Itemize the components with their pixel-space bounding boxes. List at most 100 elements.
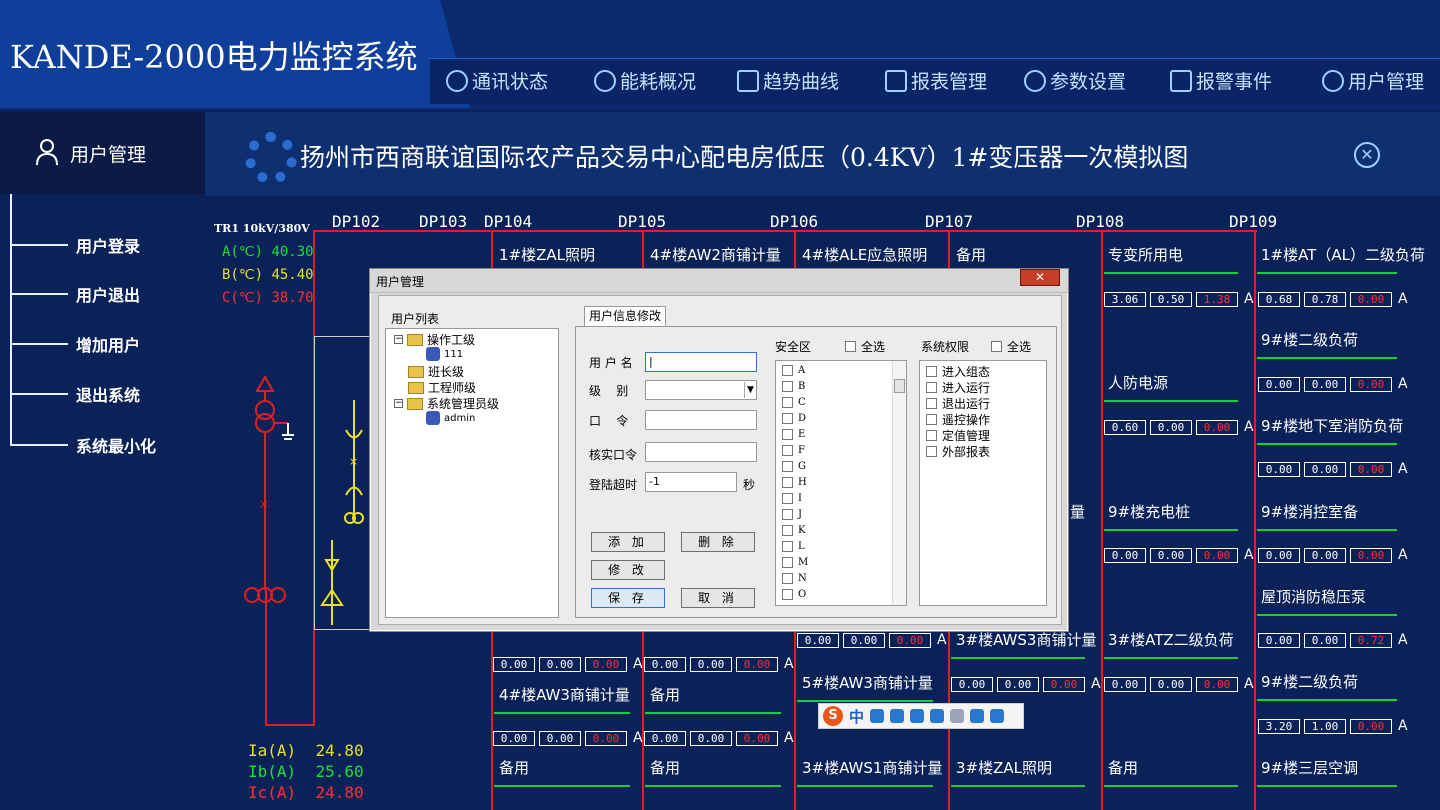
feeder-label[interactable]: 备用 <box>1108 757 1138 778</box>
sidebar-item-minimize[interactable]: 系统最小化 <box>12 434 156 456</box>
scrollbar-thumb[interactable] <box>894 379 905 393</box>
security-zone-checkbox[interactable]: C <box>782 397 806 408</box>
nav-comm-status[interactable]: 通讯状态 <box>446 67 548 94</box>
keyboard-icon[interactable] <box>930 709 945 723</box>
nav-params[interactable]: 参数设置 <box>1024 67 1126 94</box>
tree-node-user-111[interactable]: 111 <box>426 347 463 361</box>
feeder-values: 0.60 0.00 0.00 A <box>1104 419 1254 435</box>
tree-node-admin-level[interactable]: − 系统管理员级 <box>394 395 499 412</box>
permissions-list[interactable]: 进入组态 进入运行 退出运行 遥控操作 定值管理 外部报表 <box>919 360 1047 606</box>
dialog-titlebar[interactable]: 用户管理 ✕ <box>370 269 1068 293</box>
security-zone-checkbox[interactable]: O <box>782 589 806 600</box>
feeder-label[interactable]: 备用 <box>650 757 680 778</box>
feeder-label[interactable]: 9#楼消控室备 <box>1261 501 1358 522</box>
security-zone-checkbox[interactable]: J <box>782 509 802 520</box>
dialog-close-button[interactable]: ✕ <box>1020 269 1060 286</box>
feeder-label[interactable]: 9#楼二级负荷 <box>1261 329 1358 350</box>
wrench-icon[interactable] <box>990 709 1005 723</box>
close-icon[interactable]: ✕ <box>1354 142 1380 168</box>
security-zone-checkbox[interactable]: F <box>782 445 805 456</box>
feeder-label[interactable]: 9#楼二级负荷 <box>1261 671 1358 692</box>
feeder-label[interactable]: 5#楼AW3商铺计量 <box>802 672 933 693</box>
security-zone-checkbox[interactable]: B <box>782 381 805 392</box>
feeder-label[interactable]: 4#楼AW2商铺计量 <box>650 244 781 265</box>
tree-node-engineer[interactable]: 工程师级 <box>408 379 476 396</box>
tree-node-user-admin[interactable]: admin <box>426 411 475 425</box>
user-icon <box>1322 69 1344 92</box>
permissions-select-all[interactable]: 全选 <box>991 338 1031 355</box>
sidebar-item-exit[interactable]: 退出系统 <box>12 383 140 405</box>
feeder-line <box>1257 529 1397 531</box>
security-zone-checkbox[interactable]: D <box>782 413 806 424</box>
tree-node-monitor[interactable]: 班长级 <box>408 363 464 380</box>
feeder-label[interactable]: 人防电源 <box>1108 372 1168 393</box>
feeder-label[interactable]: 3#楼ZAL照明 <box>956 757 1052 778</box>
cancel-button[interactable]: 取 消 <box>681 588 755 608</box>
security-zone-checkbox[interactable]: N <box>782 573 807 584</box>
security-zone-list[interactable]: ABCDEFGHIJKLMNO <box>775 360 907 606</box>
feeder-label[interactable]: 1#楼ZAL照明 <box>499 244 595 265</box>
security-zone-checkbox[interactable]: I <box>782 493 802 504</box>
security-zone-checkbox[interactable]: K <box>782 525 805 536</box>
add-button[interactable]: 添 加 <box>591 532 665 552</box>
feeder-label[interactable]: 4#楼ALE应急照明 <box>802 244 927 265</box>
permission-checkbox[interactable]: 退出运行 <box>926 395 990 412</box>
permission-checkbox[interactable]: 进入组态 <box>926 363 990 380</box>
sidebar-item-add-user[interactable]: 增加用户 <box>12 333 140 355</box>
security-zone-checkbox[interactable]: H <box>782 477 807 488</box>
ime-lang[interactable]: 中 <box>849 706 864 727</box>
feeder-label[interactable]: 3#楼AWS3商铺计量 <box>956 629 1096 650</box>
nav-alarm[interactable]: 报警事件 <box>1170 67 1272 94</box>
feeder-label[interactable]: 3#楼AWS1商铺计量 <box>802 757 942 778</box>
feeder-label[interactable]: 备用 <box>956 244 986 265</box>
emoji-icon[interactable] <box>890 709 905 723</box>
security-zone-checkbox[interactable]: G <box>782 461 806 472</box>
tree-node-operator[interactable]: − 操作工级 <box>394 331 475 348</box>
security-zone-checkbox[interactable]: A <box>782 365 805 376</box>
feeder-label[interactable]: 1#楼AT（AL）二级负荷 <box>1261 244 1425 265</box>
confirm-password-input[interactable] <box>645 442 757 462</box>
feeder-label[interactable]: 9#楼地下室消防负荷 <box>1261 415 1403 436</box>
feeder-label[interactable]: 3#楼ATZ二级负荷 <box>1108 629 1234 650</box>
user-tree[interactable]: − 操作工级 111 班长级 工程师级 − 系统管理员级 admin <box>385 328 559 618</box>
ime-toolbar[interactable]: S 中 <box>818 703 1024 729</box>
scrollbar[interactable] <box>892 361 906 605</box>
nav-report[interactable]: 报表管理 <box>885 67 987 94</box>
sidebar-item-logout[interactable]: 用户退出 <box>12 283 140 305</box>
feeder-label[interactable]: 专变所用电 <box>1108 244 1183 265</box>
permission-checkbox[interactable]: 外部报表 <box>926 443 990 460</box>
username-input[interactable]: | <box>645 352 757 372</box>
punctuation-icon[interactable] <box>870 709 885 723</box>
feeder-label[interactable]: 屋顶消防稳压泵 <box>1261 586 1366 607</box>
delete-button[interactable]: 删 除 <box>681 532 755 552</box>
feeder-label[interactable]: 9#楼三层空调 <box>1261 757 1358 778</box>
feeder-label[interactable]: 9#楼充电桩 <box>1108 501 1190 522</box>
nav-energy[interactable]: 能耗概况 <box>594 67 696 94</box>
permission-checkbox[interactable]: 遥控操作 <box>926 411 990 428</box>
user-icon[interactable] <box>950 709 965 723</box>
security-select-all[interactable]: 全选 <box>845 338 885 355</box>
mic-icon[interactable] <box>910 709 925 723</box>
timeout-input[interactable]: -1 <box>645 472 737 492</box>
sidebar-item-login[interactable]: 用户登录 <box>12 234 140 256</box>
skin-icon[interactable] <box>970 709 985 723</box>
security-zone-checkbox[interactable]: L <box>782 541 805 552</box>
feeder-line <box>1104 400 1238 402</box>
security-zone-checkbox[interactable]: E <box>782 429 805 440</box>
tab-user-info[interactable]: 用户信息修改 <box>584 306 667 326</box>
feeder-label[interactable]: 备用 <box>650 684 680 705</box>
security-zone-checkbox[interactable]: M <box>782 557 808 568</box>
password-input[interactable] <box>645 410 757 430</box>
permission-checkbox[interactable]: 进入运行 <box>926 379 990 396</box>
feeder-label[interactable]: 备用 <box>499 757 529 778</box>
feeder-label[interactable]: 量 <box>1070 501 1085 522</box>
level-select[interactable]: ▼ <box>645 380 757 400</box>
current-ib: Ib(A) 25.60 <box>248 762 364 781</box>
feeder-label[interactable]: 4#楼AW3商铺计量 <box>499 684 630 705</box>
modify-button[interactable]: 修 改 <box>591 560 665 580</box>
confirm-password-label: 核实口令 <box>589 448 638 462</box>
permission-checkbox[interactable]: 定值管理 <box>926 427 990 444</box>
save-button[interactable]: 保 存 <box>591 588 665 608</box>
nav-user[interactable]: 用户管理 <box>1322 67 1424 94</box>
nav-trend[interactable]: 趋势曲线 <box>737 67 839 94</box>
